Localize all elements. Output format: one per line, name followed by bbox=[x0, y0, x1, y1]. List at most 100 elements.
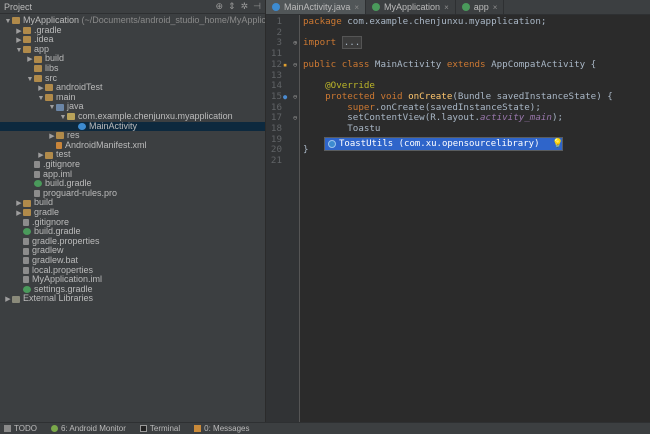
file-icon bbox=[23, 247, 29, 255]
code-token: activity_main bbox=[480, 112, 552, 124]
tree-item[interactable]: AndroidManifest.xml bbox=[0, 139, 265, 151]
fold-icon[interactable]: ⊖ bbox=[293, 113, 297, 124]
msg-icon bbox=[194, 425, 202, 432]
line-number: 12 bbox=[270, 58, 282, 70]
folder-icon bbox=[23, 209, 31, 217]
file-icon bbox=[23, 218, 29, 226]
tool-window-button[interactable]: 6: Android Monitor bbox=[50, 424, 126, 433]
fold-icon[interactable]: ⊖ bbox=[293, 60, 297, 71]
tool-window-button[interactable]: TODO bbox=[4, 424, 37, 433]
editor-tab[interactable]: MainActivity.java × bbox=[266, 0, 367, 14]
tree-item[interactable]: ▶ External Libraries bbox=[0, 294, 265, 304]
code-line[interactable]: } bbox=[303, 145, 309, 156]
folder-icon bbox=[45, 84, 53, 92]
line-number: 15 bbox=[270, 90, 282, 102]
tool-window-label: 0: Messages bbox=[204, 424, 250, 433]
code-token: AppCompatActivity { bbox=[491, 58, 597, 70]
tree-item[interactable]: ▼ src bbox=[0, 73, 265, 84]
tree-item-label: res bbox=[67, 130, 80, 141]
tree-item[interactable]: ▶ androidTest bbox=[0, 82, 265, 93]
tree-item-label: libs bbox=[45, 63, 59, 73]
code-line[interactable]: package com.example.chenjunxu.myapplicat… bbox=[303, 16, 547, 28]
autocomplete-popup: ToastUtils (com.xu.opensourcelibrary) bbox=[324, 137, 563, 151]
tool-window-label: TODO bbox=[14, 424, 37, 433]
file-icon bbox=[34, 189, 40, 197]
gradle-icon bbox=[23, 228, 31, 236]
folder-icon bbox=[56, 132, 64, 140]
tree-item-label: MyApplication.iml bbox=[32, 274, 103, 285]
tree-item[interactable]: ▶ build bbox=[0, 54, 265, 64]
code-line[interactable]: Toastu bbox=[303, 123, 380, 135]
tree-item-label: .idea bbox=[34, 34, 54, 45]
gear-icon[interactable]: ✲ bbox=[241, 1, 249, 12]
class-icon bbox=[78, 122, 86, 130]
fold-icon[interactable]: ⊖ bbox=[293, 92, 297, 103]
tree-item-label: app bbox=[34, 43, 50, 54]
tree-item[interactable]: ▶ test bbox=[0, 150, 265, 160]
tree-item-label: gradlew.bat bbox=[32, 255, 79, 265]
split-icon[interactable]: ⇕ bbox=[228, 1, 236, 12]
tree-item[interactable]: libs bbox=[0, 63, 265, 74]
collapsed-arrow-icon[interactable]: ▶ bbox=[4, 295, 12, 305]
tree-item-label: java bbox=[67, 101, 84, 112]
code-token: MainActivity bbox=[374, 58, 447, 70]
tree-item-label: MyApplication bbox=[23, 15, 80, 25]
editor-tab-label: app bbox=[473, 2, 489, 12]
folder-icon bbox=[23, 36, 31, 44]
gradle-icon bbox=[372, 3, 381, 11]
tree-item-label: .gitignore bbox=[43, 159, 81, 169]
tree-item-label: com.example.chenjunxu.myapplication bbox=[78, 111, 233, 121]
hide-icon[interactable]: ⊣ bbox=[253, 1, 261, 12]
editor-tab[interactable]: app × bbox=[456, 0, 505, 14]
class-gutter-icon[interactable]: ▪ bbox=[283, 61, 289, 68]
close-icon[interactable]: × bbox=[493, 3, 498, 12]
tree-item[interactable]: .gitignore bbox=[0, 159, 265, 170]
tree-item[interactable]: app.iml bbox=[0, 168, 265, 180]
gradle-icon bbox=[34, 180, 42, 188]
code-editor[interactable]: 1 2 3 11 12 13 14 15 16 17 18 19 20 21 ⊕ ▪ ⊖ ● ⊖ ⊖ package … bbox=[266, 15, 650, 422]
folder-icon bbox=[34, 55, 42, 63]
file-icon bbox=[34, 161, 40, 169]
editor-tabs: MainActivity.java × MyApplication × app × bbox=[266, 0, 650, 15]
tree-item-label: .gitignore bbox=[32, 216, 70, 227]
folder-icon bbox=[34, 74, 42, 82]
folder-icon bbox=[45, 93, 53, 101]
tree-item-label: AndroidManifest.xml bbox=[65, 139, 147, 150]
file-icon bbox=[23, 266, 29, 274]
file-icon bbox=[23, 237, 29, 245]
tree-item[interactable]: ▼ app bbox=[0, 43, 265, 55]
fold-icon[interactable]: ⊕ bbox=[293, 38, 297, 49]
tree-item-label: build bbox=[45, 53, 65, 64]
tree-item-label: MainActivity bbox=[89, 120, 138, 131]
tree-item[interactable]: MainActivity bbox=[0, 120, 265, 132]
autocomplete-item-label: ToastUtils (com.xu.opensourcelibrary) bbox=[339, 139, 540, 149]
close-icon[interactable]: × bbox=[354, 3, 359, 12]
tree-item[interactable]: ▼ main bbox=[0, 92, 265, 103]
code-token: com.example.chenjunxu.myapplication; bbox=[347, 16, 547, 27]
tool-window-button[interactable]: Terminal bbox=[139, 424, 180, 433]
code-token: import bbox=[303, 37, 342, 49]
code-token: extends bbox=[446, 58, 492, 70]
tool-window-button[interactable]: 0: Messages bbox=[194, 424, 250, 433]
editor-gutter: 1 2 3 11 12 13 14 15 16 17 18 19 20 21 ⊕ ▪ ⊖ ● ⊖ ⊖ bbox=[266, 15, 300, 422]
code-line[interactable]: import ... bbox=[303, 36, 363, 50]
folder-icon bbox=[23, 199, 31, 207]
close-icon[interactable]: × bbox=[444, 3, 449, 12]
target-icon[interactable]: ⊕ bbox=[216, 1, 224, 12]
tree-item-label: app.iml bbox=[43, 168, 73, 179]
project-view-selector[interactable]: Project bbox=[4, 2, 216, 12]
tree-item-label: gradle bbox=[34, 207, 60, 217]
lib-icon bbox=[12, 295, 20, 303]
lightbulb-icon[interactable]: 💡 bbox=[552, 138, 563, 149]
autocomplete-item[interactable]: ToastUtils (com.xu.opensourcelibrary) bbox=[325, 138, 562, 150]
tree-item-label: gradlew bbox=[32, 245, 64, 256]
folded-imports[interactable]: ... bbox=[341, 36, 363, 50]
tree-item[interactable]: build.gradle bbox=[0, 178, 265, 189]
editor-tab[interactable]: MyApplication × bbox=[366, 0, 456, 14]
tree-item-label: gradle.properties bbox=[32, 235, 100, 246]
override-icon[interactable]: ● bbox=[283, 93, 289, 100]
folder-icon bbox=[23, 26, 31, 34]
code-line[interactable]: public class MainActivity extends AppCom… bbox=[303, 58, 597, 71]
line-number: 21 bbox=[270, 155, 282, 167]
class-icon bbox=[272, 3, 280, 11]
